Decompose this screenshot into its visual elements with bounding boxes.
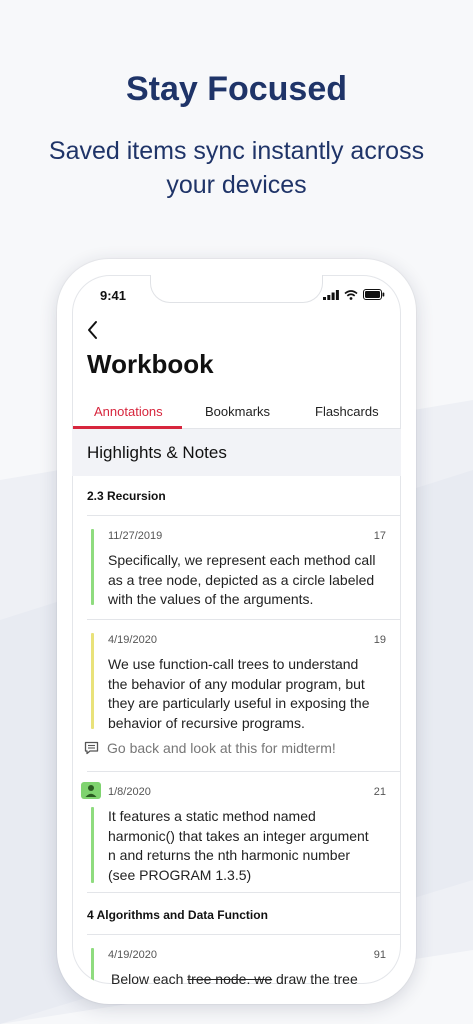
annotation-text: We use function-call trees to understand… xyxy=(108,655,388,733)
battery-icon xyxy=(363,289,385,300)
annotation-line: with the values of the arguments. xyxy=(108,591,314,607)
promo-subhead: Saved items sync instantly across your d… xyxy=(20,134,453,202)
tab-bar: Annotations Bookmarks Flashcards xyxy=(72,396,401,429)
annotation-line: as a tree node, depicted as a circle lab… xyxy=(108,571,375,588)
annotation-item[interactable]: 11/27/2019 17 Specifically, we represent… xyxy=(72,516,401,619)
annotation-line: (see PROGRAM 1.3.5) xyxy=(108,866,252,883)
highlight-bar xyxy=(91,807,94,883)
annotation-line: n and returns the nth harmonic number xyxy=(108,847,351,863)
wifi-icon xyxy=(344,289,358,300)
phone-notch xyxy=(150,275,323,303)
annotation-comment: Go back and look at this for midterm! xyxy=(84,740,336,756)
status-time: 9:41 xyxy=(100,288,127,303)
annotation-text-struck: tree node, we xyxy=(187,971,273,984)
annotation-text-start: Below each xyxy=(111,971,188,984)
signal-icon xyxy=(323,289,339,300)
user-icon xyxy=(85,785,97,797)
promo-headline: Stay Focused xyxy=(125,70,348,108)
annotation-line: We use function-call trees to understand xyxy=(108,656,359,672)
annotation-line: harmonic() that takes an integer argumen… xyxy=(108,827,369,844)
page-title: Workbook xyxy=(87,349,214,379)
annotation-line: It features a static method named xyxy=(108,808,316,824)
promo-subhead-line2: your devices xyxy=(166,171,307,199)
annotation-line: they are particularly useful in exposing… xyxy=(108,695,370,711)
annotation-text: Specifically, we represent each method c… xyxy=(108,551,388,610)
annotation-line: behavior of recursive programs. xyxy=(108,714,305,731)
annotation-page: 21 xyxy=(373,786,386,798)
divider xyxy=(87,892,401,893)
annotation-date: 1/8/2020 xyxy=(108,786,151,798)
highlight-bar xyxy=(91,633,94,729)
comment-text: Go back and look at this for midterm! xyxy=(107,740,336,756)
annotation-page: 17 xyxy=(373,530,386,542)
back-chevron-icon[interactable] xyxy=(84,319,104,341)
status-icons xyxy=(323,289,385,300)
tab-annotations[interactable]: Annotations xyxy=(94,404,163,419)
annotation-item[interactable]: 1/8/2020 21 It features a static method … xyxy=(72,772,401,892)
annotation-date: 4/19/2020 xyxy=(108,949,157,961)
section-header: Highlights & Notes xyxy=(72,429,401,476)
phone-screen: 9:41 Workbook Annotations Bookmarks Flas… xyxy=(72,275,401,984)
section-title: Highlights & Notes xyxy=(87,443,227,462)
tab-bookmarks[interactable]: Bookmarks xyxy=(205,404,270,419)
chapter-heading: 2.3 Recursion xyxy=(87,489,166,503)
chapter-heading: 4 Algorithms and Data Function xyxy=(87,908,268,922)
comment-icon xyxy=(84,741,99,755)
annotation-date: 11/27/2019 xyxy=(108,530,163,542)
annotation-text: It features a static method named harmon… xyxy=(108,807,388,885)
annotation-page: 19 xyxy=(373,634,386,646)
highlight-bar xyxy=(91,948,94,984)
annotation-line: the behavior of any modular program, but xyxy=(108,675,365,692)
shared-user-badge xyxy=(81,782,101,799)
annotation-text-end: draw the tree xyxy=(272,971,358,984)
phone-frame: 9:41 Workbook Annotations Bookmarks Flas… xyxy=(57,259,416,1004)
annotation-date: 4/19/2020 xyxy=(108,634,157,646)
annotation-page: 91 xyxy=(373,949,386,961)
annotation-item[interactable]: 4/19/2020 19 We use function-call trees … xyxy=(72,620,401,771)
highlight-bar xyxy=(91,529,94,605)
annotation-line: Specifically, we represent each method c… xyxy=(108,552,376,568)
annotation-text: Below each tree node, we draw the tree xyxy=(111,970,391,984)
annotation-item[interactable]: 4/19/2020 91 Below each tree node, we dr… xyxy=(72,935,401,984)
promo-subhead-line1: Saved items sync instantly across xyxy=(48,137,425,165)
tab-flashcards[interactable]: Flashcards xyxy=(315,404,379,419)
